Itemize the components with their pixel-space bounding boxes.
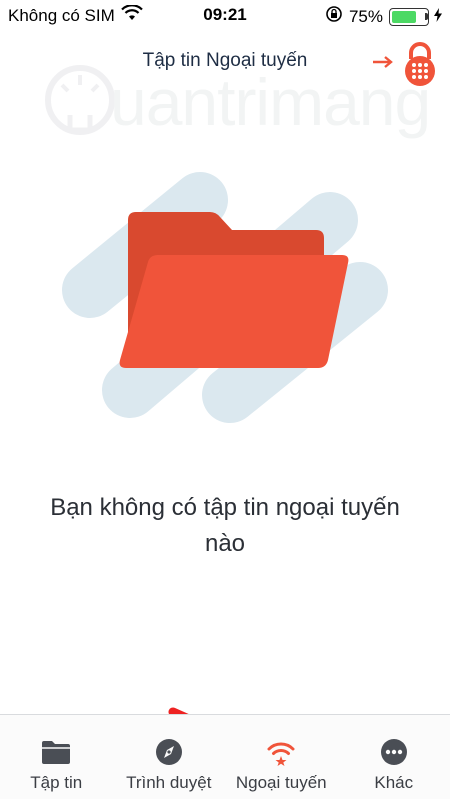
bulb-icon (45, 65, 115, 135)
tab-offline-label: Ngoại tuyến (235, 773, 327, 792)
watermark: uantrimang (40, 60, 431, 150)
tab-browser[interactable]: Trình duyệt (113, 715, 226, 799)
folder-illustration (60, 160, 390, 430)
watermark-text: uantrimang (110, 65, 431, 139)
compass-icon (154, 737, 184, 767)
battery-fill (392, 10, 416, 23)
offline-wifi-icon (266, 737, 296, 767)
tab-files-label: Tập tin (30, 773, 83, 792)
battery-icon (389, 7, 429, 26)
battery-percent: 75% (348, 6, 383, 26)
tab-bar: Tập tin Trình duyệt Ngoại tuyến Khác (0, 714, 450, 799)
tab-more-label: Khác (374, 773, 414, 792)
empty-state-message: Bạn không có tập tin ngoại tuyến nào (50, 494, 400, 557)
charging-icon (434, 7, 442, 27)
tab-offline[interactable]: Ngoại tuyến (225, 715, 338, 799)
rotation-lock-icon (325, 5, 343, 28)
more-icon (379, 737, 409, 767)
status-bar: Không có SIM 09:21 75% (0, 0, 450, 32)
tab-more[interactable]: Khác (338, 715, 450, 799)
tab-files[interactable]: Tập tin (0, 715, 113, 799)
tab-browser-label: Trình duyệt (126, 773, 212, 792)
status-right: 75% (325, 5, 442, 28)
folder-icon (41, 737, 71, 767)
folder-icon (119, 212, 349, 368)
